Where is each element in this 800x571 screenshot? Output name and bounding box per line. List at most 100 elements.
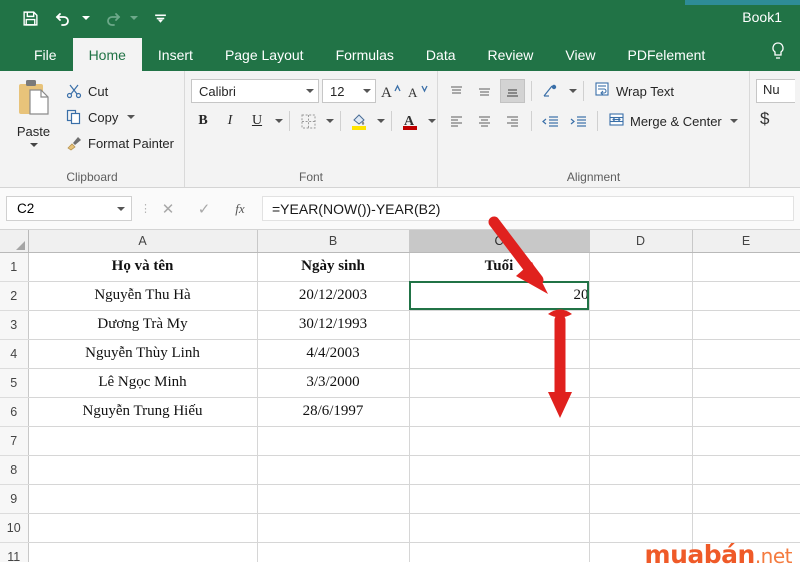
font-size-combo[interactable]: 12 — [322, 79, 376, 103]
name-box-dropdown-icon[interactable] — [117, 206, 125, 211]
row-header-9[interactable]: 9 — [0, 484, 29, 514]
cell-a11[interactable] — [28, 542, 258, 562]
cell-c10[interactable] — [409, 513, 590, 543]
format-painter-button[interactable]: Format Painter — [61, 132, 178, 154]
cell-c6[interactable] — [409, 397, 590, 427]
cell-a6[interactable]: Nguyễn Trung Hiếu — [28, 397, 258, 427]
tab-file[interactable]: File — [18, 38, 73, 71]
name-box[interactable]: C2 — [6, 196, 132, 221]
column-header-c[interactable]: C — [409, 230, 590, 253]
currency-format-button[interactable]: $ — [756, 109, 795, 129]
font-color-button[interactable]: A — [398, 109, 422, 133]
cell-b1[interactable]: Ngày sinh — [257, 252, 410, 282]
cell-b9[interactable] — [257, 484, 410, 514]
cell-d1[interactable] — [589, 252, 693, 282]
confirm-entry-icon[interactable]: ✓ — [190, 200, 218, 218]
borders-dropdown-icon[interactable] — [326, 119, 334, 123]
row-header-4[interactable]: 4 — [0, 339, 29, 369]
cell-e6[interactable] — [692, 397, 800, 427]
row-header-3[interactable]: 3 — [0, 310, 29, 340]
align-middle-button[interactable] — [472, 79, 497, 103]
row-header-6[interactable]: 6 — [0, 397, 29, 427]
cell-e10[interactable] — [692, 513, 800, 543]
underline-dropdown-icon[interactable] — [275, 119, 283, 123]
cell-b5[interactable]: 3/3/2000 — [257, 368, 410, 398]
undo-icon[interactable] — [52, 6, 76, 30]
underline-button[interactable]: U — [245, 109, 269, 133]
cell-a2[interactable]: Nguyễn Thu Hà — [28, 281, 258, 311]
merge-center-button[interactable]: Merge & Center — [604, 109, 742, 133]
italic-button[interactable]: I — [218, 109, 242, 133]
paste-button[interactable]: Paste — [6, 76, 61, 170]
cell-a4[interactable]: Nguyễn Thùy Linh — [28, 339, 258, 369]
cell-d9[interactable] — [589, 484, 693, 514]
font-name-dropdown-icon[interactable] — [306, 89, 314, 93]
cell-d3[interactable] — [589, 310, 693, 340]
tell-me-lightbulb-icon[interactable] — [770, 41, 786, 66]
align-center-button[interactable] — [472, 109, 497, 133]
formula-bar-grip[interactable]: ⋮ — [140, 203, 151, 214]
cell-b6[interactable]: 28/6/1997 — [257, 397, 410, 427]
cell-c9[interactable] — [409, 484, 590, 514]
cell-a9[interactable] — [28, 484, 258, 514]
borders-button[interactable] — [296, 109, 320, 133]
cell-c1[interactable]: Tuổi — [409, 252, 590, 282]
font-color-dropdown-icon[interactable] — [428, 119, 436, 123]
cell-e2[interactable] — [692, 281, 800, 311]
cell-e4[interactable] — [692, 339, 800, 369]
row-header-10[interactable]: 10 — [0, 513, 29, 543]
orientation-button[interactable] — [538, 79, 563, 103]
cell-c11[interactable] — [409, 542, 590, 562]
row-header-11[interactable]: 11 — [0, 542, 29, 562]
column-header-d[interactable]: D — [589, 230, 693, 253]
font-name-combo[interactable]: Calibri — [191, 79, 319, 103]
tab-data[interactable]: Data — [410, 38, 472, 71]
column-header-a[interactable]: A — [28, 230, 258, 253]
tab-page-layout[interactable]: Page Layout — [209, 38, 320, 71]
redo-dropdown-icon[interactable] — [130, 16, 138, 20]
cell-d7[interactable] — [589, 426, 693, 456]
cell-e8[interactable] — [692, 455, 800, 485]
align-bottom-button[interactable] — [500, 79, 525, 103]
cell-c8[interactable] — [409, 455, 590, 485]
cell-b11[interactable] — [257, 542, 410, 562]
merge-center-dropdown-icon[interactable] — [729, 119, 738, 123]
cell-e9[interactable] — [692, 484, 800, 514]
cell-c7[interactable] — [409, 426, 590, 456]
cell-b4[interactable]: 4/4/2003 — [257, 339, 410, 369]
cell-c2[interactable]: 20 — [409, 281, 590, 311]
font-size-dropdown-icon[interactable] — [363, 89, 371, 93]
cell-b7[interactable] — [257, 426, 410, 456]
orientation-dropdown-icon[interactable] — [569, 89, 577, 93]
tab-review[interactable]: Review — [472, 38, 550, 71]
copy-dropdown-icon[interactable] — [127, 115, 136, 119]
cell-a5[interactable]: Lê Ngọc Minh — [28, 368, 258, 398]
wrap-text-button[interactable]: Wrap Text — [590, 79, 678, 103]
increase-font-size-button[interactable]: A — [379, 79, 403, 103]
column-header-e[interactable]: E — [692, 230, 800, 253]
cut-button[interactable]: Cut — [61, 80, 178, 102]
insert-function-icon[interactable]: fx — [226, 201, 254, 217]
paste-dropdown-icon[interactable] — [29, 143, 38, 147]
tab-home[interactable]: Home — [72, 38, 142, 71]
cell-d6[interactable] — [589, 397, 693, 427]
tab-formulas[interactable]: Formulas — [320, 38, 410, 71]
cell-b8[interactable] — [257, 455, 410, 485]
cell-a10[interactable] — [28, 513, 258, 543]
tab-insert[interactable]: Insert — [142, 38, 209, 71]
fill-color-dropdown-icon[interactable] — [377, 119, 385, 123]
cell-b3[interactable]: 30/12/1993 — [257, 310, 410, 340]
align-right-button[interactable] — [500, 109, 525, 133]
cell-e3[interactable] — [692, 310, 800, 340]
cell-e5[interactable] — [692, 368, 800, 398]
select-all-corner[interactable] — [0, 230, 29, 253]
cell-b10[interactable] — [257, 513, 410, 543]
cell-d10[interactable] — [589, 513, 693, 543]
decrease-indent-button[interactable] — [538, 109, 563, 133]
row-header-2[interactable]: 2 — [0, 281, 29, 311]
undo-dropdown-icon[interactable] — [82, 16, 90, 20]
cell-c3[interactable] — [409, 310, 590, 340]
cell-d4[interactable] — [589, 339, 693, 369]
column-header-b[interactable]: B — [257, 230, 410, 253]
increase-indent-button[interactable] — [566, 109, 591, 133]
